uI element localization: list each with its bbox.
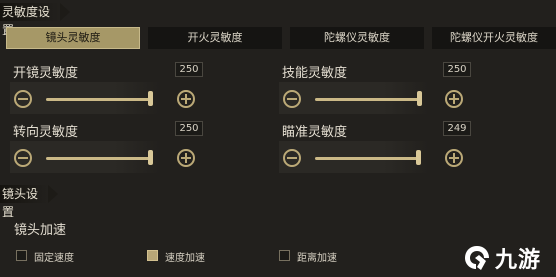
slider-scope-sensitivity: 开镜灵敏度 250 — [10, 62, 203, 114]
sensitivity-tabs: 镜头灵敏度 开火灵敏度 陀螺仪灵敏度 陀螺仪开火灵敏度 — [6, 27, 556, 49]
slider-skill-sensitivity: 技能灵敏度 250 — [279, 62, 471, 114]
minus-circle-icon[interactable] — [282, 148, 302, 168]
checkbox-label: 固定速度 — [34, 253, 74, 264]
plus-circle-icon[interactable] — [176, 148, 196, 168]
slider-value[interactable]: 250 — [175, 62, 203, 77]
checkbox-box[interactable] — [279, 250, 290, 261]
slider-value[interactable]: 250 — [443, 62, 471, 77]
tab-gyro-fire-sensitivity[interactable]: 陀螺仪开火灵敏度 — [432, 27, 556, 49]
slider-track[interactable] — [315, 157, 418, 160]
minus-circle-icon[interactable] — [13, 148, 33, 168]
checkbox-box[interactable] — [147, 250, 158, 261]
checkbox-box[interactable] — [16, 250, 27, 261]
tab-label: 陀螺仪灵敏度 — [324, 31, 390, 44]
slider-label: 转向灵敏度 — [13, 125, 79, 140]
tab-label: 陀螺仪开火灵敏度 — [450, 31, 538, 44]
checkbox-label: 速度加速 — [165, 253, 205, 264]
tab-gyro-sensitivity[interactable]: 陀螺仪灵敏度 — [290, 27, 424, 49]
slider-label: 开镜灵敏度 — [13, 66, 79, 81]
slider-aim-sensitivity: 瞄准灵敏度 249 — [279, 121, 471, 173]
watermark-text: 九游 — [495, 248, 542, 273]
watermark-logo: 九游 — [462, 242, 554, 274]
section-header-sensitivity: 灵敏度设置 — [0, 3, 70, 37]
checkbox-label: 距离加速 — [297, 253, 337, 264]
slider-value[interactable]: 250 — [175, 121, 203, 136]
plus-circle-icon[interactable] — [176, 89, 196, 109]
slider-thumb[interactable] — [417, 91, 422, 106]
lens-speed-label: 镜头加速 — [14, 223, 67, 238]
plus-circle-icon[interactable] — [444, 89, 464, 109]
section-header-lens: 镜头设置 — [0, 185, 58, 219]
slider-turn-sensitivity: 转向灵敏度 250 — [10, 121, 203, 173]
slider-thumb[interactable] — [148, 91, 153, 106]
tab-label: 开火灵敏度 — [187, 31, 243, 44]
minus-circle-icon[interactable] — [13, 89, 33, 109]
tab-lens-sensitivity[interactable]: 镜头灵敏度 — [6, 27, 140, 49]
tab-fire-sensitivity[interactable]: 开火灵敏度 — [148, 27, 282, 49]
slider-label: 瞄准灵敏度 — [282, 125, 348, 140]
plus-circle-icon[interactable] — [444, 148, 464, 168]
minus-circle-icon[interactable] — [282, 89, 302, 109]
slider-thumb[interactable] — [148, 150, 153, 165]
section-title: 镜头设置 — [2, 187, 39, 219]
slider-label: 技能灵敏度 — [282, 66, 348, 81]
slider-track[interactable] — [315, 98, 419, 101]
tab-label: 镜头灵敏度 — [45, 31, 101, 44]
slider-track[interactable] — [46, 157, 150, 160]
slider-track[interactable] — [46, 98, 150, 101]
slider-thumb[interactable] — [416, 150, 421, 165]
nine-game-logo-icon — [465, 246, 489, 270]
slider-value[interactable]: 249 — [443, 121, 471, 136]
